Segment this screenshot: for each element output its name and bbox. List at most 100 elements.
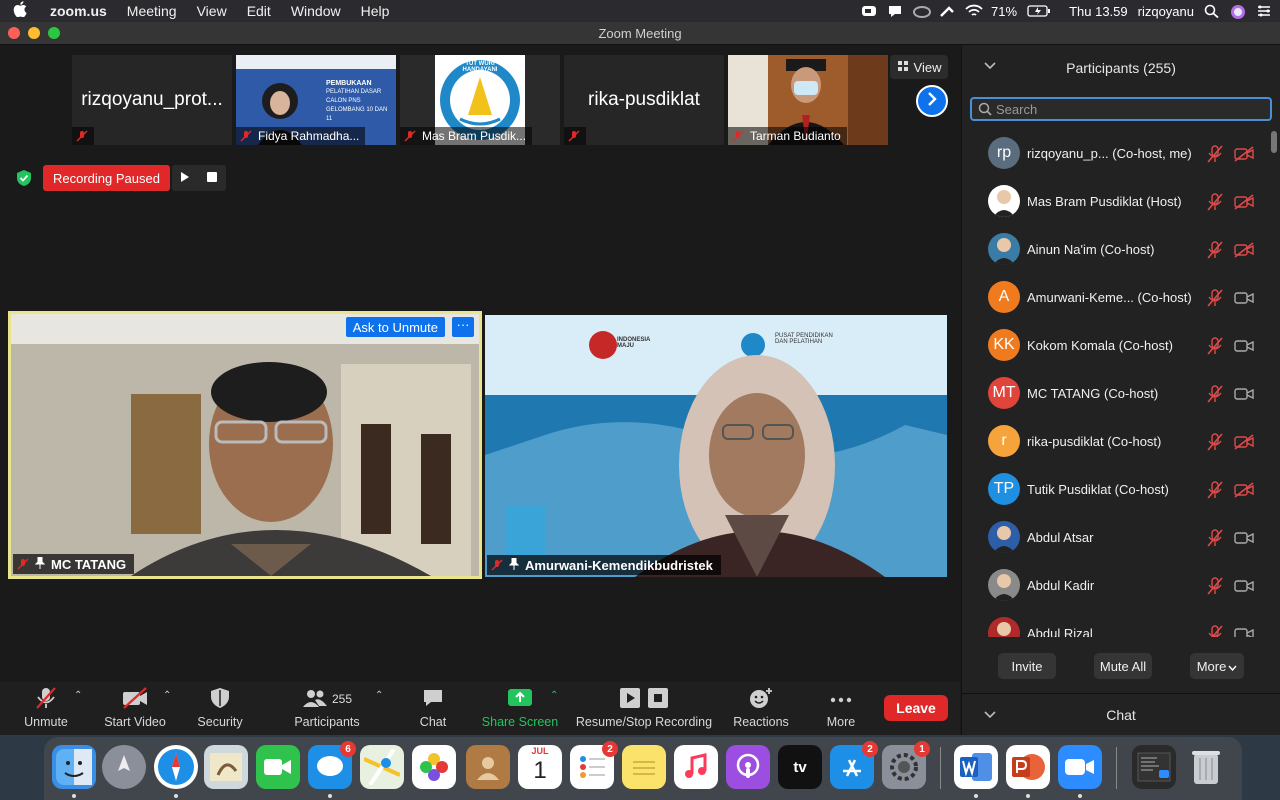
thumbnail-mas-bram[interactable]: TUT WURI HANDAYANI Mas Bram Pusdik... [400, 55, 560, 145]
next-page-button[interactable] [916, 85, 948, 117]
muted-mic-icon[interactable] [1206, 145, 1224, 168]
unmute-button[interactable]: Unmute [18, 686, 74, 729]
reactions-button[interactable]: Reactions [730, 686, 792, 729]
stop-recording-icon[interactable] [207, 169, 218, 187]
zoom-status-icon[interactable] [861, 4, 877, 18]
view-button[interactable]: View [890, 55, 948, 79]
muted-mic-icon[interactable] [1206, 289, 1224, 312]
menu-edit[interactable]: Edit [237, 3, 281, 19]
video-camera-icon[interactable] [1234, 290, 1254, 311]
reminders-icon[interactable]: 2 [570, 741, 618, 789]
powerpoint-icon[interactable] [1006, 745, 1050, 789]
participant-row[interactable]: MT MC TATANG (Co-host) [962, 369, 1270, 417]
menu-app-name[interactable]: zoom.us [40, 3, 117, 19]
mute-all-button[interactable]: Mute All [1094, 653, 1152, 679]
notification-icon[interactable] [887, 4, 903, 18]
video-camera-icon[interactable] [1234, 530, 1254, 551]
battery-icon[interactable] [1027, 4, 1051, 18]
chat-button[interactable]: Chat [408, 686, 458, 729]
app-store-icon[interactable]: 2 [830, 741, 878, 789]
participants-options-chevron-icon[interactable]: ⌃ [375, 690, 383, 701]
podcasts-icon[interactable] [726, 745, 770, 789]
user-name[interactable]: rizqoyanu [1138, 4, 1194, 19]
security-button[interactable]: Security [192, 686, 248, 729]
muted-mic-icon[interactable] [1206, 241, 1224, 264]
panel-more-button[interactable]: More [1190, 653, 1244, 679]
thumbnail-fidya[interactable]: PEMBUKAAN PELATIHAN DASAR CALON PNS GELO… [236, 55, 396, 145]
resume-recording-icon[interactable] [180, 169, 190, 187]
tool-icon[interactable] [939, 4, 955, 18]
notes-icon[interactable] [622, 745, 666, 789]
video-tile-mc-tatang[interactable]: Ask to Unmute ··· MC TATANG [8, 311, 482, 579]
video-off-icon[interactable] [1234, 242, 1254, 263]
minimize-window-button[interactable] [28, 27, 40, 39]
participant-row[interactable]: Mas Bram Pusdiklat (Host) [962, 177, 1270, 225]
participant-row[interactable]: Abdul Kadir [962, 561, 1270, 609]
recent-window-icon[interactable] [1132, 745, 1176, 789]
thumbnail-rika[interactable]: rika-pusdiklat [564, 55, 724, 145]
muted-mic-icon[interactable] [1206, 481, 1224, 504]
word-icon[interactable] [954, 745, 998, 789]
menu-view[interactable]: View [187, 3, 237, 19]
thumbnail-tarman[interactable]: Tarman Budianto [728, 55, 888, 145]
collapse-chevron-icon[interactable] [984, 708, 996, 722]
menu-window[interactable]: Window [281, 3, 351, 19]
participant-row[interactable]: Abdul Atsar [962, 513, 1270, 561]
muted-mic-icon[interactable] [1206, 385, 1224, 408]
finder-icon[interactable] [52, 745, 96, 789]
video-off-icon[interactable] [1234, 434, 1254, 455]
photos-icon[interactable] [412, 745, 456, 789]
participants-button[interactable]: 255 Participants [290, 686, 364, 729]
maps-icon[interactable] [360, 745, 404, 789]
participant-row[interactable]: TP Tutik Pusdiklat (Co-host) [962, 465, 1270, 513]
share-options-chevron-icon[interactable]: ⌃ [550, 690, 558, 701]
participant-row[interactable]: rp rizqoyanu_p... (Co-host, me) [962, 129, 1270, 177]
resume-stop-recording-button[interactable]: Resume/Stop Recording [574, 686, 714, 729]
participant-row[interactable]: A Amurwani-Keme... (Co-host) [962, 273, 1270, 321]
collapse-chevron-icon[interactable] [984, 59, 996, 73]
chat-panel-header[interactable]: Chat [962, 693, 1280, 735]
participant-row[interactable]: Abdul Rizal [962, 609, 1270, 637]
leave-button[interactable]: Leave [884, 695, 948, 721]
video-off-icon[interactable] [1234, 146, 1254, 167]
apple-menu-icon[interactable] [0, 1, 40, 21]
zoom-app-icon[interactable] [1058, 745, 1102, 789]
safari-icon[interactable] [154, 745, 198, 789]
siri-icon[interactable] [1230, 4, 1246, 19]
muted-mic-icon[interactable] [1206, 337, 1224, 360]
trash-icon[interactable] [1184, 745, 1228, 789]
shield-check-icon[interactable] [12, 165, 36, 191]
zoom-window-button[interactable] [48, 27, 60, 39]
video-off-icon[interactable] [1234, 194, 1254, 215]
audio-options-chevron-icon[interactable]: ⌃ [74, 690, 82, 701]
creative-cloud-icon[interactable] [913, 4, 932, 18]
invite-button[interactable]: Invite [998, 653, 1056, 679]
menu-meeting[interactable]: Meeting [117, 3, 187, 19]
apple-tv-icon[interactable]: tv [778, 745, 822, 789]
contacts-icon[interactable] [466, 745, 510, 789]
system-preferences-icon[interactable]: 1 [882, 741, 930, 789]
participant-list-scrollbar[interactable] [1271, 131, 1277, 153]
participant-row[interactable]: Ainun Na'im (Co-host) [962, 225, 1270, 273]
messages-icon[interactable]: 6 [308, 741, 356, 789]
music-icon[interactable] [674, 745, 718, 789]
video-off-icon[interactable] [1234, 482, 1254, 503]
calendar-icon[interactable]: JUL 1 [518, 745, 562, 789]
mail-icon[interactable] [204, 745, 248, 789]
close-window-button[interactable] [8, 27, 20, 39]
video-options-chevron-icon[interactable]: ⌃ [163, 690, 171, 701]
more-button[interactable]: More [818, 686, 864, 729]
wifi-icon[interactable] [965, 4, 983, 18]
video-camera-icon[interactable] [1234, 626, 1254, 637]
spotlight-search-icon[interactable] [1204, 4, 1220, 19]
participant-row[interactable]: KK Kokom Komala (Co-host) [962, 321, 1270, 369]
launchpad-icon[interactable] [102, 745, 146, 789]
video-camera-icon[interactable] [1234, 578, 1254, 599]
muted-mic-icon[interactable] [1206, 529, 1224, 552]
muted-mic-icon[interactable] [1206, 193, 1224, 216]
menu-help[interactable]: Help [351, 3, 400, 19]
muted-mic-icon[interactable] [1206, 625, 1224, 637]
ask-to-unmute-button[interactable]: Ask to Unmute [345, 317, 445, 337]
thumbnail-rizqoyanu[interactable]: rizqoyanu_prot... [72, 55, 232, 145]
video-camera-icon[interactable] [1234, 338, 1254, 359]
